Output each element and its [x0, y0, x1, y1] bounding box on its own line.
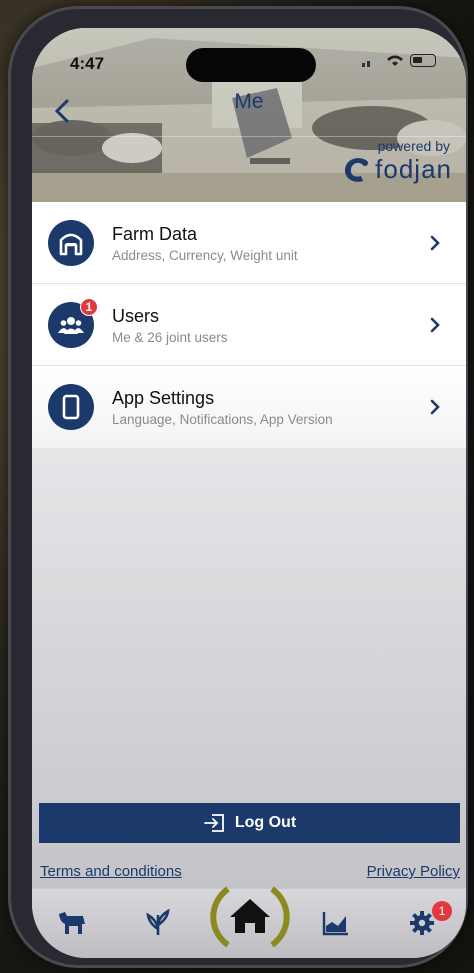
tab-home[interactable] [210, 877, 290, 957]
brand-name: fodjan [375, 154, 452, 184]
menu-item-subtitle: Language, Notifications, App Version [112, 412, 333, 427]
crop-icon [146, 909, 170, 935]
chevron-right-icon [430, 317, 440, 333]
bottom-tab-bar: 1 [32, 886, 466, 958]
home-icon [230, 899, 270, 933]
powered-by-label: powered by [377, 138, 450, 154]
settings-notification-badge: 1 [432, 901, 452, 921]
page-title: Me [234, 90, 264, 113]
settings-menu-list: Farm Data Address, Currency, Weight unit… [32, 202, 466, 448]
settings-icon [410, 911, 434, 935]
fodjan-logo-icon [345, 157, 369, 182]
menu-item-farm-data[interactable]: Farm Data Address, Currency, Weight unit [32, 202, 466, 284]
logout-icon [203, 814, 224, 832]
header-divider [32, 136, 466, 137]
chevron-right-icon [430, 399, 440, 415]
logout-button[interactable]: Log Out [39, 803, 460, 843]
menu-item-subtitle: Me & 26 joint users [112, 330, 228, 345]
barn-icon [48, 220, 94, 266]
dynamic-island [186, 48, 316, 82]
terms-link[interactable]: Terms and conditions [40, 863, 182, 880]
battery-icon [410, 54, 436, 67]
phone-icon [48, 384, 94, 430]
logout-label: Log Out [234, 814, 297, 831]
chart-icon [322, 912, 348, 936]
app-screen: 4:47 Me powered by fodjan Farm Data Addr… [32, 28, 466, 958]
tab-analytics[interactable] [318, 905, 354, 941]
tab-feed[interactable] [140, 905, 176, 941]
users-notification-badge: 1 [80, 298, 98, 316]
tab-cow[interactable] [54, 905, 90, 941]
menu-item-users[interactable]: 1 Users Me & 26 joint users [32, 284, 466, 366]
menu-item-subtitle: Address, Currency, Weight unit [112, 248, 298, 263]
status-icons [362, 54, 436, 67]
menu-item-title: Farm Data [112, 224, 198, 244]
brand-logo: fodjan [341, 154, 452, 185]
privacy-policy-link[interactable]: Privacy Policy [367, 863, 460, 880]
chevron-right-icon [430, 235, 440, 251]
header-hero: 4:47 Me powered by fodjan [32, 28, 466, 202]
phone-frame: 4:47 Me powered by fodjan Farm Data Addr… [8, 6, 468, 968]
menu-item-app-settings[interactable]: App Settings Language, Notifications, Ap… [32, 366, 466, 448]
menu-item-title: App Settings [112, 388, 215, 408]
status-time: 4:47 [70, 54, 105, 73]
signal-icon [362, 54, 380, 67]
cow-icon [59, 912, 85, 934]
menu-item-title: Users [112, 306, 160, 326]
wifi-icon [387, 55, 403, 66]
